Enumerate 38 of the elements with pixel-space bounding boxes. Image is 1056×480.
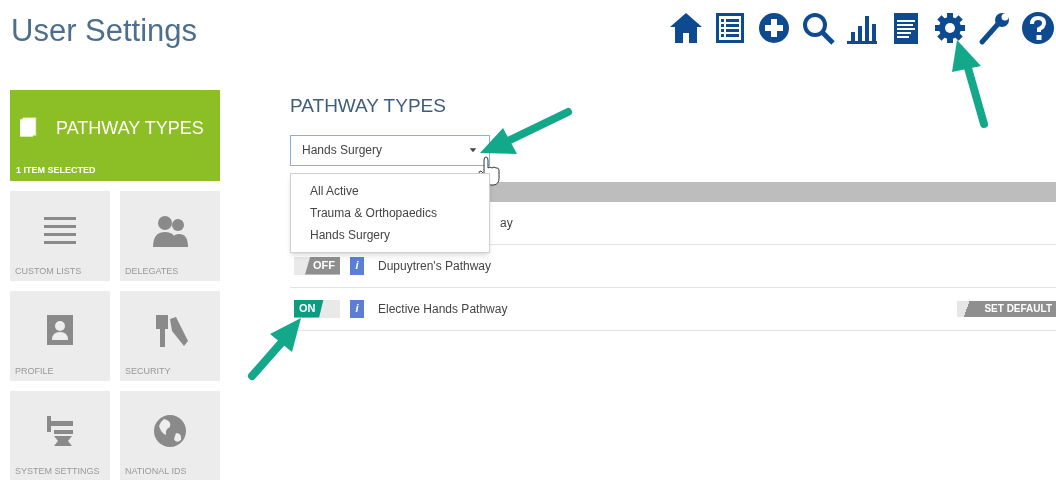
pathway-dropdown[interactable]: Hands Surgery xyxy=(290,134,490,166)
sidebar-tile[interactable]: SECURITY xyxy=(120,291,220,381)
annotation-arrow xyxy=(248,318,301,380)
tile-label: SECURITY xyxy=(124,364,171,378)
people-icon xyxy=(152,213,188,249)
tile-label: NATIONAL IDS xyxy=(124,464,187,478)
set-default-button[interactable]: SET DEFAULT xyxy=(957,300,1056,317)
info-button[interactable]: i xyxy=(350,256,364,275)
home-icon[interactable] xyxy=(668,10,704,46)
pathway-name: Dupuytren's Pathway xyxy=(378,257,491,275)
sidebar-tile[interactable]: DELEGATES xyxy=(120,191,220,281)
tile-label: PROFILE xyxy=(14,364,54,378)
sidebar-tile[interactable]: SYSTEM SETTINGS xyxy=(10,391,110,480)
sidebar-tile[interactable]: NATIONAL IDS xyxy=(120,391,220,480)
tile-caption: 1 ITEM SELECTED xyxy=(16,163,97,177)
tile-label: SYSTEM SETTINGS xyxy=(14,464,100,478)
search-icon[interactable] xyxy=(800,10,836,46)
globe-icon xyxy=(152,413,188,449)
pathway-name: Elective Hands Pathway xyxy=(378,300,508,318)
sidebar-tile[interactable]: PROFILE xyxy=(10,291,110,381)
settings-icon[interactable] xyxy=(932,10,968,46)
toggle-switch[interactable]: OFF xyxy=(294,256,340,275)
tile-label: PATHWAY TYPES xyxy=(56,116,204,140)
dropdown-option[interactable]: Hands Surgery xyxy=(291,224,489,246)
section-heading: PATHWAY TYPES xyxy=(290,94,446,118)
dropdown-option[interactable]: All Active xyxy=(291,180,489,202)
page-title: User Settings xyxy=(10,12,198,50)
dropdown-option[interactable]: Trauma & Orthopaedics xyxy=(291,202,489,224)
sidebar-tile[interactable]: PATHWAY TYPES 1 ITEM SELECTED xyxy=(10,90,220,181)
sidebar-tile[interactable]: CUSTOM LISTS xyxy=(10,191,110,281)
pathway-name: ay xyxy=(500,214,513,232)
help-icon[interactable] xyxy=(1020,10,1056,46)
info-button[interactable]: i xyxy=(350,299,364,318)
caret-icon xyxy=(468,145,478,155)
tile-label: CUSTOM LISTS xyxy=(14,264,82,278)
toggle-switch[interactable]: ON xyxy=(294,299,340,318)
tile-label: DELEGATES xyxy=(124,264,179,278)
add-icon[interactable] xyxy=(756,10,792,46)
